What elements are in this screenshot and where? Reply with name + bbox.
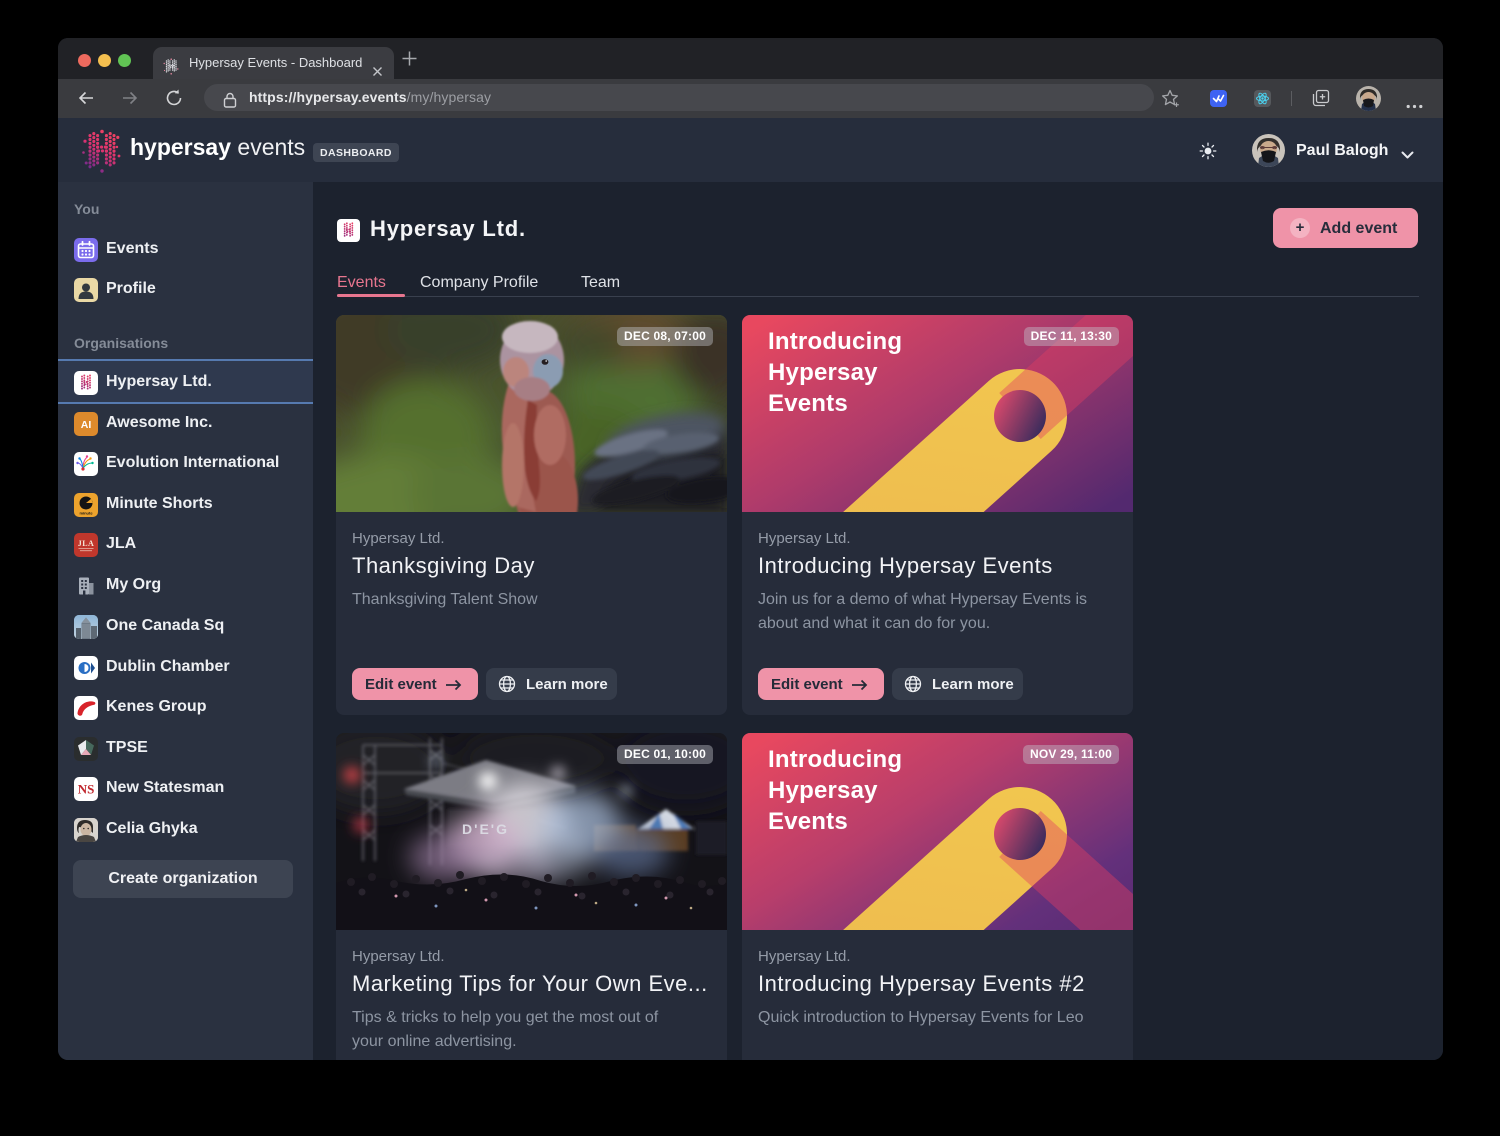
svg-text:D'E'G: D'E'G xyxy=(462,821,509,837)
svg-text:JLA: JLA xyxy=(78,539,95,548)
svg-text:minute: minute xyxy=(79,511,93,516)
svg-text:AI: AI xyxy=(81,419,92,431)
svg-text:NS: NS xyxy=(78,782,95,797)
